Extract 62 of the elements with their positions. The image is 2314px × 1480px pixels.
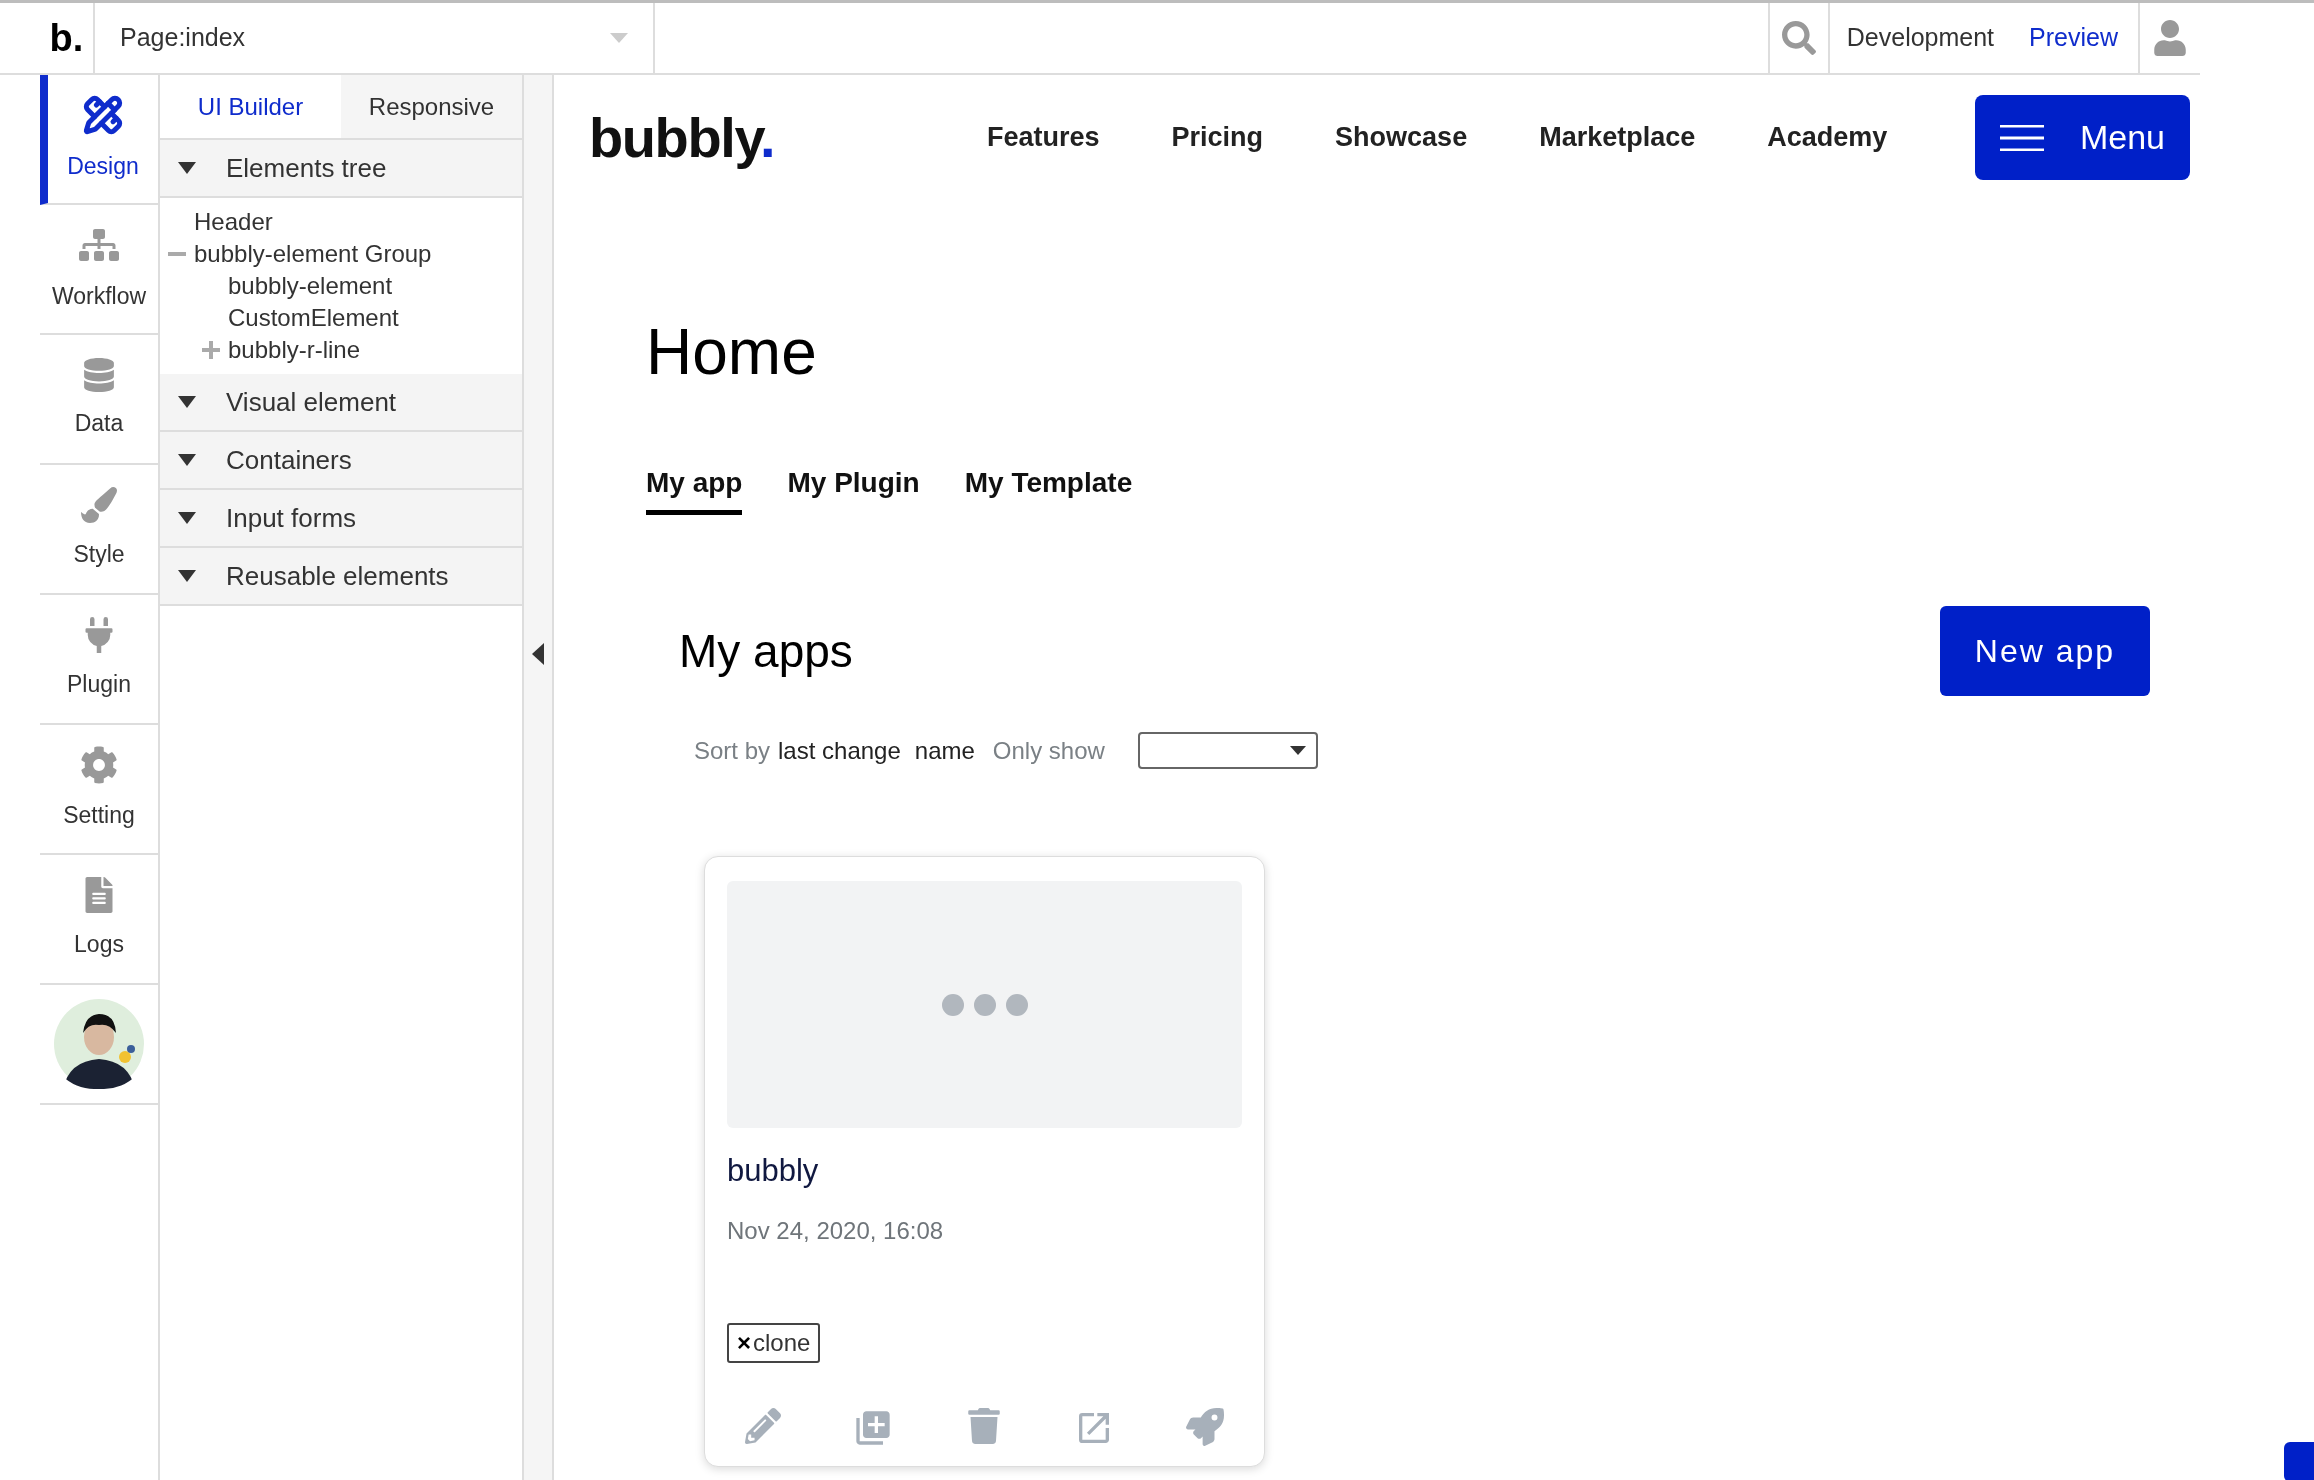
preview-link[interactable]: Preview xyxy=(2029,3,2138,73)
nav-link[interactable]: Pricing xyxy=(1171,117,1264,158)
menu-icon xyxy=(1999,124,2044,151)
collapse-panel-icon[interactable] xyxy=(532,643,544,665)
app-name[interactable]: bubbly xyxy=(727,1148,819,1195)
remove-tag-button[interactable]: × xyxy=(737,1324,751,1361)
menu-button[interactable]: Menu xyxy=(1975,95,2190,180)
sidebar-item[interactable]: Workflow xyxy=(40,205,158,335)
settings-icon xyxy=(80,745,118,784)
page-tab[interactable]: My app xyxy=(646,462,743,515)
section-title: My apps xyxy=(679,623,853,679)
sort-option[interactable]: last change xyxy=(778,732,901,769)
caret-icon xyxy=(1289,746,1306,755)
filter-dropdown[interactable] xyxy=(1137,732,1318,769)
edit-icon[interactable] xyxy=(745,1408,781,1444)
tree-item[interactable]: bubbly-r-line xyxy=(228,334,361,366)
nav-link[interactable]: Features xyxy=(987,117,1100,158)
tree-item[interactable]: Header xyxy=(194,206,273,238)
app-date: Nov 24, 2020, 16:08 xyxy=(727,1215,944,1246)
page-title: Home xyxy=(646,316,817,388)
caret-icon xyxy=(178,454,196,466)
nav-link[interactable]: Showcase xyxy=(1335,117,1468,158)
tag: ×clone xyxy=(727,1322,821,1363)
panel-tab[interactable]: Responsive xyxy=(341,75,522,138)
section-header[interactable]: Visual element xyxy=(160,374,522,432)
tree-item[interactable]: bubbly-element Group xyxy=(194,238,432,270)
environment-label[interactable]: Development xyxy=(1829,3,2030,73)
sidebar-item[interactable]: Plugin xyxy=(40,595,158,725)
caret-icon xyxy=(178,512,196,524)
search-icon xyxy=(1781,21,1816,55)
new-app-button[interactable]: New app xyxy=(1940,606,2150,696)
database-icon xyxy=(82,357,116,392)
sidebar-item[interactable]: Logs xyxy=(40,855,158,985)
nav-link[interactable]: Academy xyxy=(1767,117,1888,158)
rocket-icon[interactable] xyxy=(1186,1408,1224,1446)
site-logo[interactable]: bubbly. xyxy=(589,105,775,169)
section-header[interactable]: Containers xyxy=(160,432,522,490)
sidebar-item[interactable]: Data xyxy=(40,335,158,465)
caret-icon xyxy=(178,570,196,582)
nav-link[interactable]: Marketplace xyxy=(1539,117,1696,158)
sidebar-item[interactable]: Style xyxy=(40,465,158,595)
section-header[interactable]: Elements tree xyxy=(160,140,522,198)
sidebar-item[interactable]: Setting xyxy=(40,725,158,855)
filter-label: Only show xyxy=(992,735,1105,766)
page-tab[interactable]: My Template xyxy=(964,462,1133,515)
search-button[interactable] xyxy=(1767,3,1830,73)
caret-icon xyxy=(178,396,196,408)
app-card[interactable]: bubbly Nov 24, 2020, 16:08 ×clone xyxy=(704,856,1265,1467)
caret-icon xyxy=(610,33,628,43)
brush-icon xyxy=(81,486,117,523)
sort-label: Sort by xyxy=(694,735,771,766)
app-logo[interactable]: b. xyxy=(40,3,95,73)
expand-icon[interactable] xyxy=(202,341,220,359)
page-tab[interactable]: My Plugin xyxy=(787,462,920,515)
trash-icon[interactable] xyxy=(965,1408,1002,1444)
design-icon xyxy=(83,94,123,135)
user-icon xyxy=(2152,20,2188,56)
caret-icon xyxy=(178,162,196,174)
page-selector[interactable]: Page:index xyxy=(95,3,655,73)
sort-option[interactable]: name xyxy=(914,732,975,769)
section-header[interactable]: Reusable elements xyxy=(160,548,522,606)
section-header[interactable]: Input forms xyxy=(160,490,522,548)
